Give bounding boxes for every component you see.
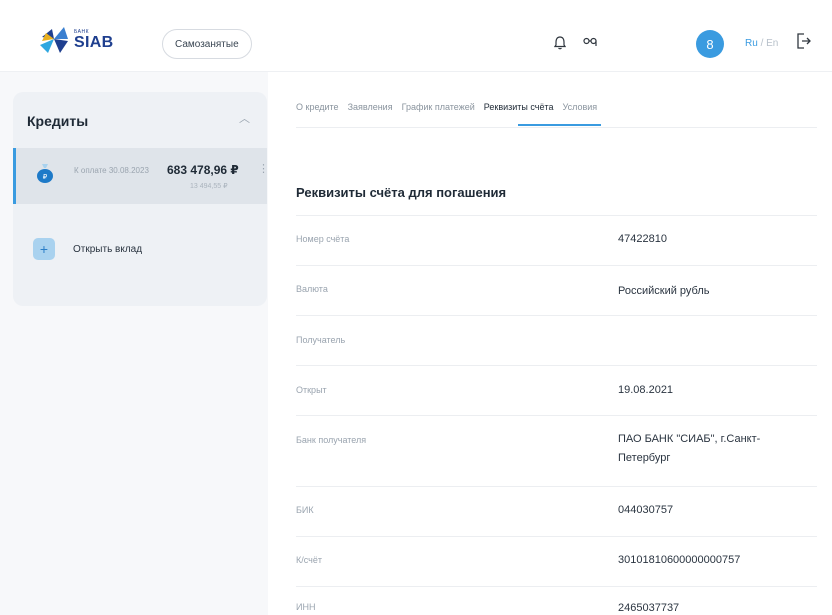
detail-value: 044030757	[618, 504, 674, 516]
sidebar-title: Кредиты	[27, 113, 89, 129]
credit-due-label: К оплате 30.08.2023	[74, 166, 149, 175]
top-header: БАНК SIAB Самозанятые 8 Ru / En	[0, 0, 832, 72]
lang-en[interactable]: En	[766, 38, 778, 49]
active-tab-indicator	[518, 124, 601, 126]
detail-value: 2465037737	[618, 602, 680, 614]
detail-value: 30101810600000000757	[618, 554, 741, 566]
money-bag-icon: ₽	[37, 164, 53, 183]
detail-label: БИК	[296, 505, 314, 515]
credit-payment-amount: 13 494,55 ₽	[190, 183, 228, 190]
detail-label: Номер счёта	[296, 234, 350, 244]
avatar-letter: 8	[706, 36, 714, 52]
bank-logo[interactable]: БАНК SIAB	[38, 24, 113, 56]
detail-value: 19.08.2021	[618, 384, 674, 396]
detail-label: ИНН	[296, 602, 316, 612]
detail-value: Российский рубль	[618, 285, 710, 297]
row-divider	[296, 365, 817, 366]
tab-conditions[interactable]: Условия	[563, 102, 598, 112]
more-vertical-icon[interactable]: ⋮	[258, 162, 267, 175]
detail-label: Банк получателя	[296, 435, 367, 445]
lang-separator: /	[760, 38, 764, 49]
user-avatar[interactable]: 8	[696, 30, 724, 58]
tab-account-details[interactable]: Реквизиты счёта	[484, 102, 554, 112]
tabs-bar: О кредите Заявления График платежей Рекв…	[296, 102, 606, 112]
logout-icon[interactable]	[797, 33, 811, 49]
row-divider	[296, 486, 817, 487]
open-deposit-button[interactable]: + Открыть вклад	[33, 238, 142, 260]
main-content: О кредите Заявления График платежей Рекв…	[268, 72, 832, 615]
open-deposit-label: Открыть вклад	[73, 243, 143, 255]
glasses-icon[interactable]	[583, 36, 597, 49]
credit-amount: 683 478,96 ₽	[167, 163, 239, 177]
logo-text: SIAB	[74, 33, 114, 51]
row-divider	[296, 415, 817, 416]
tabs-divider	[296, 127, 817, 128]
siab-logo-icon	[40, 27, 68, 53]
language-switch[interactable]: Ru / En	[745, 38, 778, 49]
self-employed-button[interactable]: Самозанятые	[162, 29, 252, 59]
svg-text:₽: ₽	[43, 173, 48, 181]
row-divider	[296, 315, 817, 316]
section-title: Реквизиты счёта для погашения	[296, 185, 507, 200]
row-divider	[296, 586, 817, 587]
bell-icon[interactable]	[553, 36, 567, 52]
tab-applications[interactable]: Заявления	[348, 102, 393, 112]
detail-label: Открыт	[296, 385, 327, 395]
row-divider	[296, 265, 817, 266]
detail-label: К/счёт	[296, 555, 322, 565]
sidebar: Кредиты ︿ ₽ К оплате 30.08.2023 683 478,…	[13, 92, 267, 306]
detail-value: 47422810	[618, 233, 667, 245]
row-divider	[296, 536, 817, 537]
tab-about-credit[interactable]: О кредите	[296, 102, 339, 112]
chevron-up-icon[interactable]: ︿	[239, 110, 250, 126]
credit-item[interactable]: ₽ К оплате 30.08.2023 683 478,96 ₽ ⋮ 13 …	[13, 148, 267, 204]
detail-value: ПАО БАНК "СИАБ", г.Санкт-Петербург	[618, 433, 761, 464]
tab-payment-schedule[interactable]: График платежей	[402, 102, 475, 112]
plus-icon: +	[33, 238, 55, 260]
detail-label: Валюта	[296, 284, 328, 294]
row-divider	[296, 215, 817, 216]
lang-ru[interactable]: Ru	[745, 38, 758, 49]
detail-label: Получатель	[296, 335, 346, 345]
